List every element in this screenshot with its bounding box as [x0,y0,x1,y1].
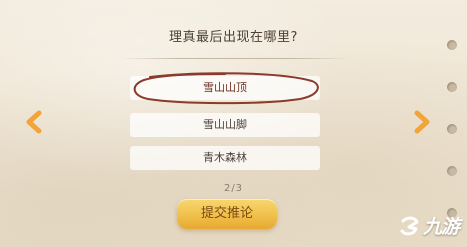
logo-icon [400,216,419,235]
ring-hole [447,124,457,134]
ring-hole [447,82,457,92]
option-3[interactable]: 青木森林 [130,146,320,170]
question-text: 理真最后出现在哪里? [169,30,298,45]
divider [120,58,350,59]
submit-button[interactable]: 提交推论 [177,199,277,229]
progress-indicator: 2/3 [223,183,244,194]
next-arrow-button[interactable] [412,110,432,134]
prev-arrow-button[interactable] [24,110,44,134]
chevron-right-icon [414,110,430,134]
option-2[interactable]: 雪山山脚 [130,113,320,137]
watermark: 九游 [399,212,460,239]
chevron-left-icon [26,110,42,134]
option-1[interactable]: 雪山山顶 [130,76,320,100]
watermark-text: 九游 [422,216,460,238]
ring-hole [447,166,457,176]
